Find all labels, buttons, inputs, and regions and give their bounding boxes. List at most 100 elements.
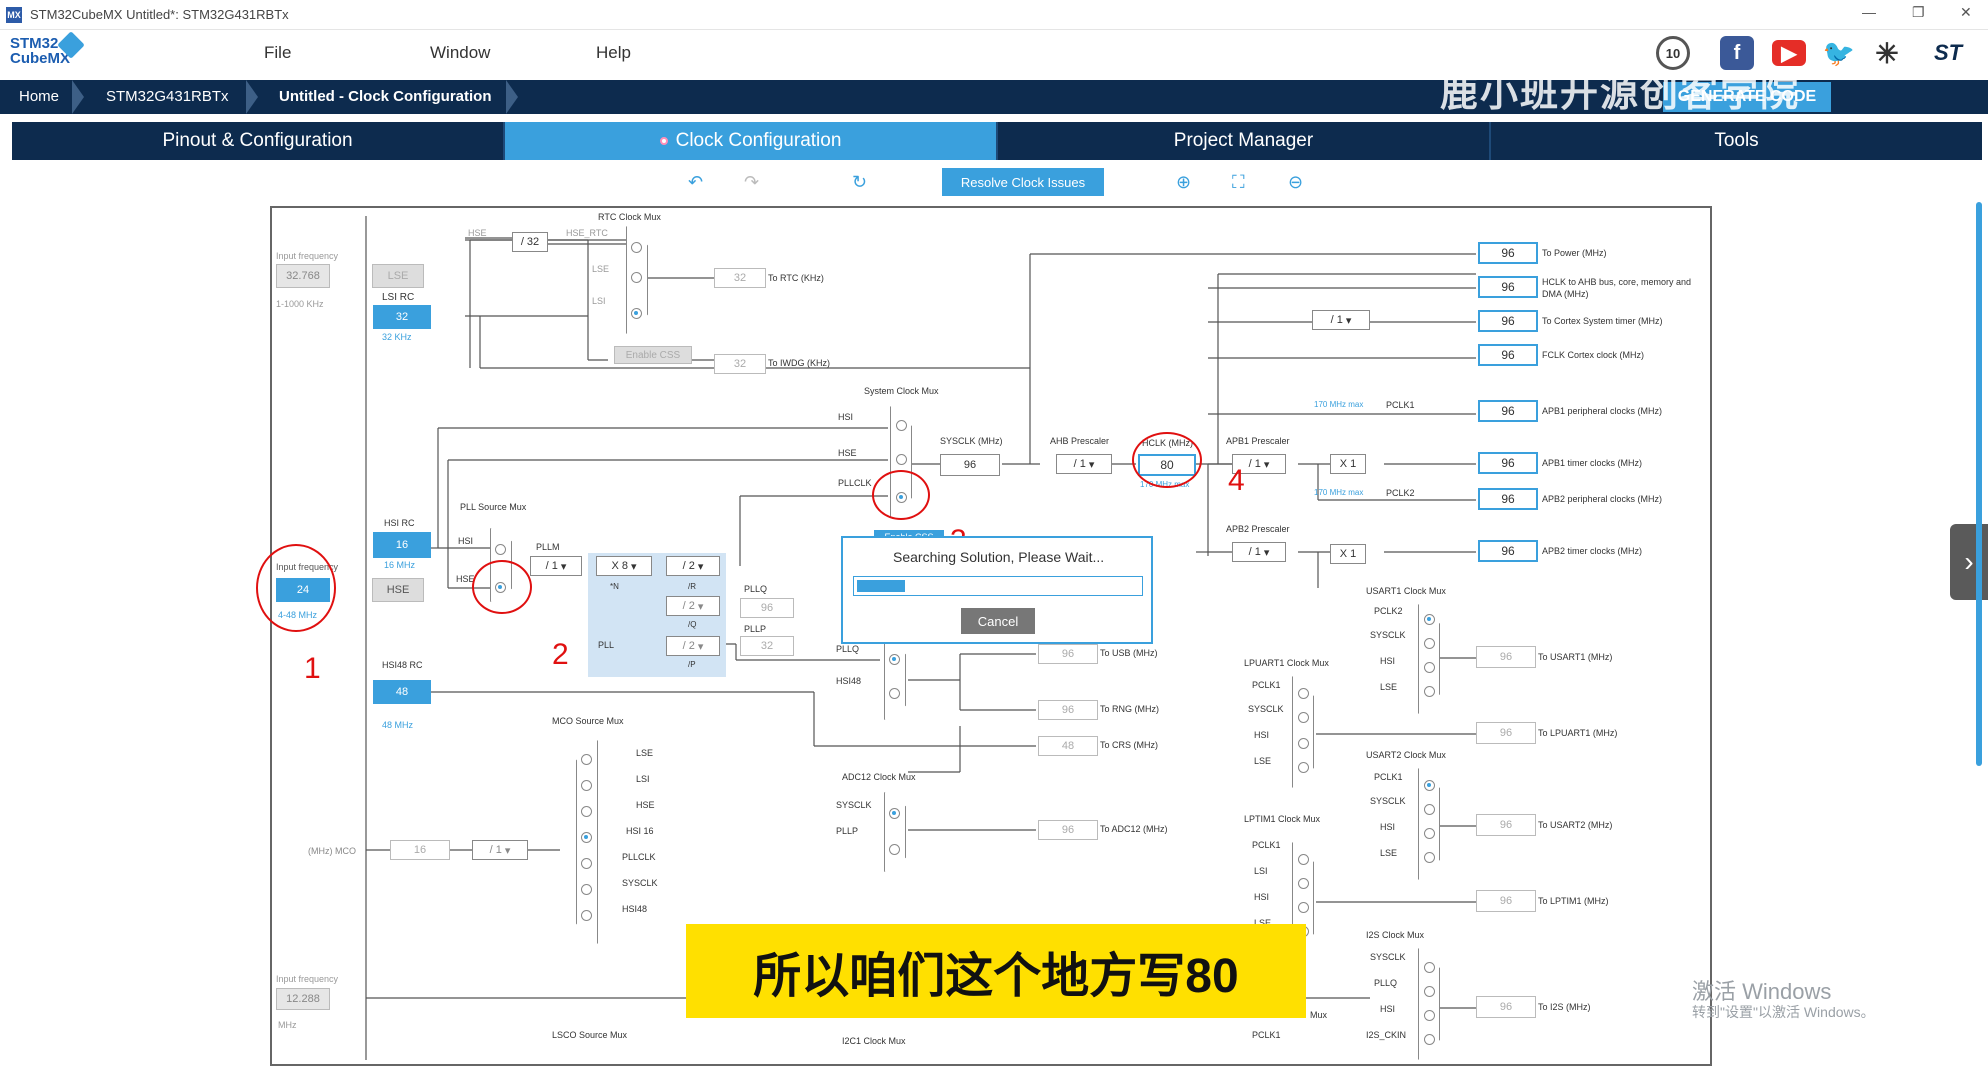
pllp-select[interactable]: / 2 ▾ (666, 636, 720, 656)
lse-block[interactable]: LSE (372, 264, 424, 288)
sys-mux-option-hsi[interactable] (896, 420, 907, 431)
rng-output-label: To RNG (MHz) (1100, 704, 1159, 714)
lse-input-frequency[interactable]: 32.768 (276, 264, 330, 288)
lptim1-option-pclk1[interactable] (1298, 854, 1309, 865)
output-apb1-timer-value: 96 (1478, 452, 1538, 474)
mco-option-lse[interactable] (581, 754, 592, 765)
usb-mux-option-hsi48[interactable] (889, 688, 900, 699)
lptim1-item-pclk1: PCLK1 (1252, 840, 1281, 850)
hsi-rc-label: HSI RC (384, 518, 415, 528)
i2s-option-hsi[interactable] (1424, 1010, 1435, 1021)
i2s-option-sysclk[interactable] (1424, 962, 1435, 973)
pllr-select[interactable]: / 2 ▾ (666, 556, 720, 576)
lpuart1-option-sysclk[interactable] (1298, 712, 1309, 723)
ahb-prescaler-select[interactable]: / 1 ▾ (1056, 454, 1112, 474)
usart1-option-lse[interactable] (1424, 686, 1435, 697)
lptim1-option-lsi[interactable] (1298, 878, 1309, 889)
hse-div32[interactable]: / 32 (512, 232, 548, 252)
rtc-mux-option-lsi[interactable] (631, 308, 642, 319)
usart1-option-pclk2[interactable] (1424, 614, 1435, 625)
rtc-hse-label: HSE (468, 228, 487, 238)
usart2-item-sysclk: SYSCLK (1370, 796, 1406, 806)
lpuart1-option-pclk1[interactable] (1298, 688, 1309, 699)
lpuart1-option-lse[interactable] (1298, 762, 1309, 773)
usart2-mux-label: USART2 Clock Mux (1366, 750, 1446, 760)
annotation-circle-1 (256, 544, 336, 632)
lptim1-output-label: To LPTIM1 (MHz) (1538, 896, 1609, 906)
rtc-mux-option-lse[interactable] (631, 272, 642, 283)
usb-output-label: To USB (MHz) (1100, 648, 1158, 658)
pllq-value: 96 (740, 598, 794, 618)
usart2-option-hsi[interactable] (1424, 828, 1435, 839)
chevron-right-icon[interactable]: › (1950, 524, 1988, 600)
rng-output-value: 96 (1038, 700, 1098, 720)
pllq-select[interactable]: / 2 ▾ (666, 596, 720, 616)
lpuart1-option-hsi[interactable] (1298, 738, 1309, 749)
apb2-prescaler-select[interactable]: / 1 ▾ (1232, 542, 1286, 562)
cortex-timer-divider[interactable]: / 1 ▾ (1312, 310, 1370, 330)
sysclk-value[interactable]: 96 (940, 454, 1000, 476)
lsi-rc-label: LSI RC (382, 292, 415, 303)
cancel-button[interactable]: Cancel (961, 608, 1035, 634)
mco-mux-label: MCO Source Mux (552, 716, 624, 726)
vertical-scrollbar[interactable] (1976, 202, 1982, 766)
pll-src-option-hsi[interactable] (495, 544, 506, 555)
mco-option-hsi16[interactable] (581, 832, 592, 843)
lpuart1-output-value: 96 (1476, 722, 1536, 744)
adc-mux-option-sysclk[interactable] (889, 808, 900, 819)
lpuart1-item-pclk1: PCLK1 (1252, 680, 1281, 690)
usart1-option-sysclk[interactable] (1424, 638, 1435, 649)
lpuart1-output-label: To LPUART1 (MHz) (1538, 728, 1618, 738)
i2s-input-frequency[interactable]: 12.288 (276, 988, 330, 1010)
usart1-output-label: To USART1 (MHz) (1538, 652, 1613, 662)
sys-mux-option-hse[interactable] (896, 454, 907, 465)
annotation-circle-2 (472, 560, 532, 614)
lptim1-output-value: 96 (1476, 890, 1536, 912)
mco-option-hse[interactable] (581, 806, 592, 817)
mco-item-lse: LSE (636, 748, 654, 758)
sys-hse-label: HSE (838, 448, 857, 458)
usb-mux-option-pllq[interactable] (889, 654, 900, 665)
usart2-option-pclk1[interactable] (1424, 780, 1435, 791)
output-fclk-label: FCLK Cortex clock (MHz) (1542, 350, 1645, 360)
mco-option-lsi[interactable] (581, 780, 592, 791)
usart1-option-hsi[interactable] (1424, 662, 1435, 673)
plln-select[interactable]: X 8 ▾ (596, 556, 652, 576)
apb2-timer-multiplier: X 1 (1330, 544, 1366, 564)
hse-block[interactable]: HSE (372, 578, 424, 602)
adc-mux-option-pllp[interactable] (889, 844, 900, 855)
i2s-option-ckin[interactable] (1424, 1034, 1435, 1045)
rtc-mux-option-hse[interactable] (631, 242, 642, 253)
lsi-unit: 32 KHz (382, 332, 412, 342)
apb2-prescaler-label: APB2 Prescaler (1226, 524, 1290, 534)
pllp-label: PLLP (744, 624, 767, 634)
pll-hsi-label: HSI (458, 536, 474, 546)
windows-activation-hint: 转到"设置"以激活 Windows。 (1692, 1004, 1875, 1020)
mco-option-hsi48[interactable] (581, 910, 592, 921)
mco-divider-select[interactable]: / 1 ▾ (472, 840, 528, 860)
annotation-number-1: 1 (304, 652, 321, 685)
lpuart1-item-lse: LSE (1254, 756, 1272, 766)
i2s-option-pllq[interactable] (1424, 986, 1435, 997)
lsi-value[interactable]: 32 (373, 305, 431, 329)
i2s-mux-label: I2S Clock Mux (1366, 930, 1425, 940)
lptim1-item-lsi: LSI (1254, 866, 1268, 876)
lptim1-mux-label: LPTIM1 Clock Mux (1244, 814, 1321, 824)
enable-css-button[interactable]: Enable CSS (614, 346, 692, 364)
hsi48-value[interactable]: 48 (373, 680, 431, 704)
hse-rtc-label: HSE_RTC (566, 228, 608, 238)
usart1-item-sysclk: SYSCLK (1370, 630, 1406, 640)
progress-bar (853, 576, 1143, 596)
adc-sysclk-label: SYSCLK (836, 800, 872, 810)
mco-option-sysclk[interactable] (581, 884, 592, 895)
lptim1-option-hsi[interactable] (1298, 902, 1309, 913)
pllp-value: 32 (740, 636, 794, 656)
output-apb1-periph-value: 96 (1478, 400, 1538, 422)
usart2-option-lse[interactable] (1424, 852, 1435, 863)
pllm-select[interactable]: / 1 ▾ (530, 556, 582, 576)
crs-output-value: 48 (1038, 736, 1098, 756)
hsi-value[interactable]: 16 (373, 532, 431, 558)
mco-option-pllclk[interactable] (581, 858, 592, 869)
usart2-option-sysclk[interactable] (1424, 804, 1435, 815)
mco-item-hsi48: HSI48 (622, 904, 648, 914)
